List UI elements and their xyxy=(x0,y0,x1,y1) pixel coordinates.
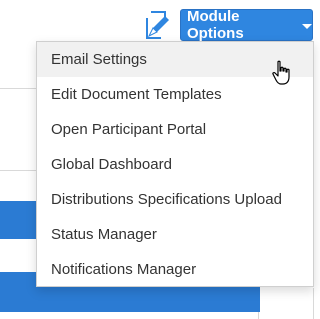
menu-item-label: Global Dashboard xyxy=(51,156,172,173)
menu-item-label: Status Manager xyxy=(51,226,157,243)
menu-item-label: Distributions Specifications Upload xyxy=(51,191,282,208)
menu-item-label: Email Settings xyxy=(51,51,147,68)
page-divider xyxy=(0,170,36,171)
edit-icon[interactable] xyxy=(141,8,175,42)
menu-item-label: Edit Document Templates xyxy=(51,86,222,103)
menu-item-status-manager[interactable]: Status Manager xyxy=(37,217,313,252)
menu-item-label: Notifications Manager xyxy=(51,261,197,278)
menu-item-email-settings[interactable]: Email Settings xyxy=(37,42,313,77)
module-options-label: Module Options xyxy=(187,8,244,42)
menu-item-open-participant-portal[interactable]: Open Participant Portal xyxy=(37,112,313,147)
page-header-bar xyxy=(0,201,36,239)
menu-item-label: Open Participant Portal xyxy=(51,121,207,138)
module-options-button[interactable]: Module Options xyxy=(180,8,313,42)
page-panel xyxy=(0,312,259,319)
module-options-menu: Email Settings Edit Document Templates O… xyxy=(36,41,314,287)
menu-item-edit-document-templates[interactable]: Edit Document Templates xyxy=(37,77,313,112)
page-divider xyxy=(0,88,36,89)
menu-item-global-dashboard[interactable]: Global Dashboard xyxy=(37,147,313,182)
caret-down-icon xyxy=(302,23,312,29)
page-divider xyxy=(313,288,314,319)
menu-item-notifications-manager[interactable]: Notifications Manager xyxy=(37,252,313,287)
menu-item-distributions-specifications-upload[interactable]: Distributions Specifications Upload xyxy=(37,182,313,217)
